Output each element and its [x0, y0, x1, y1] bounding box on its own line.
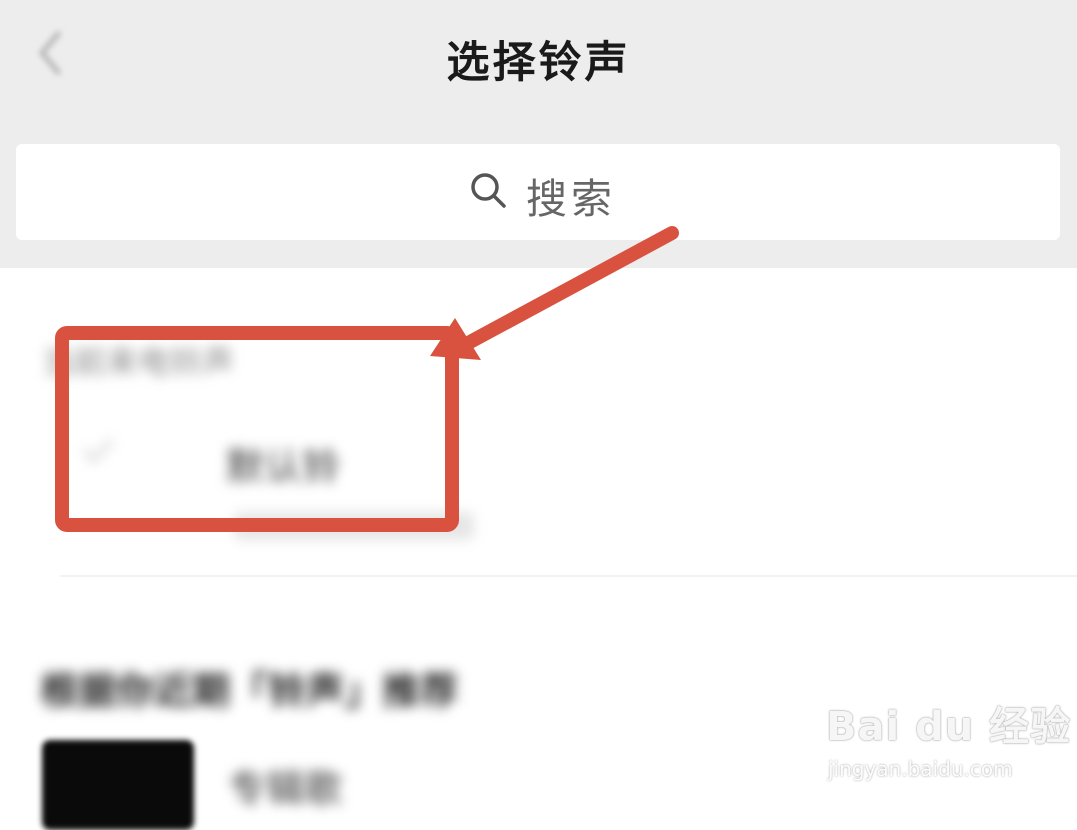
navigation-bar: 选择铃声 — [0, 0, 1077, 118]
check-icon — [82, 438, 114, 463]
ringtone-item-name[interactable]: 默认铃 — [226, 436, 340, 491]
ringtone-item-subtitle — [234, 512, 474, 540]
watermark-logo: Bai du 经验 — [826, 704, 1072, 750]
search-placeholder[interactable]: 搜索 — [526, 165, 616, 225]
divider — [60, 575, 1077, 577]
watermark-url: jingyan.baidu.com — [828, 757, 1013, 781]
song-title[interactable]: 专辑歌 — [228, 758, 342, 813]
page-title: 选择铃声 — [446, 38, 631, 88]
search-icon[interactable] — [468, 170, 508, 210]
song-cover-image[interactable] — [42, 740, 194, 830]
annotation-arrow-head — [430, 318, 481, 360]
section-header-current: 当前来电铃声 — [42, 343, 235, 381]
section-header-recommend: 根据你近期「铃声」推荐 — [40, 669, 459, 713]
